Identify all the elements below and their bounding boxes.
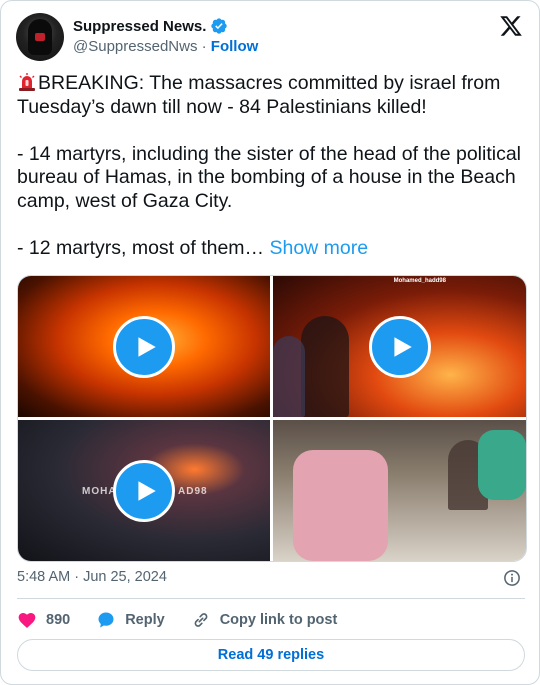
reply-bubble-icon bbox=[98, 612, 114, 628]
video-watermark: Mohamed_hadd98 bbox=[393, 278, 446, 284]
handle-separator: · bbox=[201, 38, 207, 55]
play-icon[interactable] bbox=[113, 460, 175, 522]
person-silhouette bbox=[273, 336, 305, 417]
play-icon[interactable] bbox=[369, 316, 431, 378]
info-icon[interactable] bbox=[503, 569, 521, 587]
avatar[interactable] bbox=[16, 13, 64, 61]
copy-link-label: Copy link to post bbox=[219, 612, 338, 628]
x-logo-icon[interactable] bbox=[499, 14, 523, 38]
media-grid: Mohamed_hadd98 MOHA AD98 bbox=[17, 275, 527, 562]
read-replies-button[interactable]: Read 49 replies bbox=[17, 639, 525, 671]
post-text: BREAKING: The massacres committed by isr… bbox=[17, 72, 525, 260]
reply-button[interactable]: Reply bbox=[96, 610, 165, 630]
media-video-2[interactable]: Mohamed_hadd98 bbox=[273, 276, 526, 417]
siren-emoji-icon bbox=[19, 73, 35, 91]
author-handle[interactable]: @SuppressedNws bbox=[73, 38, 197, 55]
show-more-link[interactable]: Show more bbox=[269, 237, 368, 259]
person-figure bbox=[478, 430, 526, 500]
heart-icon bbox=[18, 613, 36, 628]
copy-link-button[interactable]: Copy link to post bbox=[191, 610, 338, 630]
embedded-post-card: Suppressed News. @SuppressedNws · Follow… bbox=[0, 0, 540, 685]
verified-badge-icon bbox=[211, 18, 228, 34]
person-silhouette bbox=[301, 316, 349, 417]
post-body: BREAKING: The massacres committed by isr… bbox=[17, 72, 522, 259]
author-name[interactable]: Suppressed News. bbox=[73, 18, 206, 35]
video-watermark-left: MOHA bbox=[82, 486, 117, 497]
media-video-3[interactable]: MOHA AD98 bbox=[18, 420, 270, 561]
reply-label: Reply bbox=[125, 612, 165, 628]
media-image-4[interactable] bbox=[273, 420, 526, 561]
author-handle-row: @SuppressedNws · Follow bbox=[73, 38, 258, 55]
video-watermark-right: AD98 bbox=[178, 486, 208, 497]
media-video-1[interactable] bbox=[18, 276, 270, 417]
play-icon[interactable] bbox=[113, 316, 175, 378]
action-bar: 890 Reply Copy link to post bbox=[17, 609, 363, 631]
post-timestamp[interactable]: 5:48 AM · Jun 25, 2024 bbox=[17, 569, 167, 585]
link-icon bbox=[194, 613, 208, 627]
like-button[interactable]: 890 bbox=[17, 610, 70, 630]
like-count: 890 bbox=[46, 612, 71, 628]
person-figure bbox=[293, 450, 388, 561]
follow-button[interactable]: Follow bbox=[211, 38, 259, 55]
author-name-row: Suppressed News. bbox=[73, 17, 228, 35]
divider bbox=[17, 598, 525, 599]
avatar-red-mark bbox=[35, 33, 45, 41]
